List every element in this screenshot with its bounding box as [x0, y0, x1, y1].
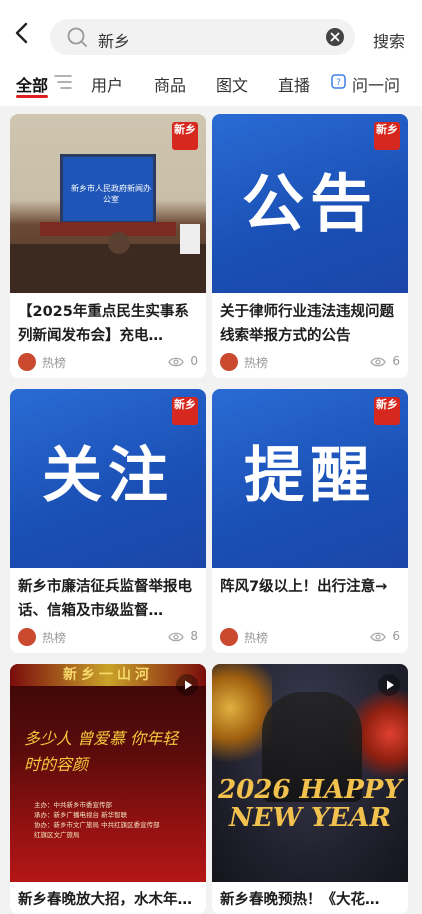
avatar: [220, 628, 238, 646]
search-query[interactable]: 新乡: [98, 28, 130, 52]
back-arrow-icon[interactable]: [10, 20, 36, 46]
author-name: 热榜: [244, 356, 269, 370]
card-thumbnail: 关注 新乡: [10, 389, 206, 568]
card-press-conference[interactable]: 新乡市人民政府新闻办公室 新乡 【2025年重点民生实事系列新闻发布会】充电… …: [10, 114, 206, 378]
author-name: 热榜: [42, 631, 67, 645]
tab-articles[interactable]: 图文: [216, 72, 248, 96]
card-wind-warning[interactable]: 提醒 新乡 阵风7级以上！出行注意→ 热榜 6: [212, 389, 408, 653]
card-gala-video[interactable]: 新乡一山河 多少人 曾爱慕 你年轻时的容颜 主办：中共新乡市委宣传部 承办：新乡…: [10, 664, 206, 914]
source-badge: 新乡: [172, 122, 198, 150]
card-title: 新乡市廉洁征兵监督举报电话、信箱及市级监督…: [18, 579, 192, 619]
author-name: 热榜: [244, 631, 269, 645]
stage-screen: 新乡市人民政府新闻办公室: [60, 154, 156, 224]
avatar: [18, 353, 36, 371]
card-conscription[interactable]: 关注 新乡 新乡市廉洁征兵监督举报电话、信箱及市级监督… 热榜 8: [10, 389, 206, 653]
poster-word: 公告: [241, 167, 378, 240]
card-announcement[interactable]: 公告 新乡 关于律师行业违法违规问题线索举报方式的公告 热榜 6: [212, 114, 408, 378]
play-icon[interactable]: [176, 674, 198, 696]
view-count-value: 6: [392, 629, 400, 643]
tab-ask[interactable]: 问一问: [352, 72, 400, 96]
tab-goods[interactable]: 商品: [154, 72, 186, 96]
poster-word: 提醒: [244, 441, 376, 511]
new-year-text: 2026 HAPPY NEW YEAR: [218, 775, 402, 833]
avatar: [220, 353, 238, 371]
eye-icon: [168, 357, 184, 367]
audience-area: [10, 244, 206, 293]
top-bar: 新乡 搜索: [0, 0, 422, 62]
view-count: 8: [158, 628, 198, 646]
card-thumbnail: 新乡市人民政府新闻办公室 新乡: [10, 114, 206, 293]
avatar: [18, 628, 36, 646]
tab-active-indicator: [16, 95, 48, 98]
source-badge: 新乡: [374, 397, 400, 425]
view-count: 0: [158, 353, 198, 371]
eye-icon: [370, 357, 386, 367]
author-name: 热榜: [42, 356, 67, 370]
filter-icon[interactable]: [54, 74, 72, 90]
tab-all[interactable]: 全部: [16, 72, 48, 96]
card-title: 阵风7级以上！出行注意→: [220, 579, 388, 595]
tab-live[interactable]: 直播: [278, 72, 310, 96]
credits-line: 承办：新乡广播电视台 新华智联: [34, 811, 128, 819]
credits-text: 主办：中共新乡市委宣传部 承办：新乡广播电视台 新华智联 协办：新乡市文广旅局 …: [34, 800, 194, 840]
search-button[interactable]: 搜索: [373, 28, 405, 52]
svg-text:?: ?: [336, 78, 341, 88]
eye-icon: [168, 632, 184, 642]
stage-screen-text: 新乡市人民政府新闻办公室: [71, 184, 151, 204]
card-thumbnail: 公告 新乡: [212, 114, 408, 293]
lyric-text: 多少人 曾爱慕 你年轻时的容颜: [24, 729, 179, 774]
card-thumbnail: 新乡一山河 多少人 曾爱慕 你年轻时的容颜 主办：中共新乡市委宣传部 承办：新乡…: [10, 664, 206, 882]
tab-users[interactable]: 用户: [91, 72, 123, 96]
search-icon: [67, 27, 87, 47]
search-input[interactable]: 新乡: [50, 19, 355, 55]
view-count-value: 0: [190, 354, 198, 368]
clear-icon[interactable]: [326, 28, 344, 46]
view-count-value: 6: [392, 354, 400, 368]
view-count-value: 8: [190, 629, 198, 643]
credits-line: 协办：新乡市文广旅局 中共红旗区委宣传部: [34, 821, 160, 829]
card-title: 新乡春晚放大招，水木年…: [18, 892, 192, 908]
card-title: 关于律师行业违法违规问题线索举报方式的公告: [220, 304, 394, 344]
podium-table: [40, 222, 176, 236]
card-title: 【2025年重点民生实事系列新闻发布会】充电…: [18, 304, 189, 344]
credits-line: 红旗区文广旅局: [34, 831, 80, 839]
eye-icon: [370, 632, 386, 642]
credits-line: 主办：中共新乡市委宣传部: [34, 801, 112, 809]
card-title: 新乡春晚预热！《大花…: [220, 892, 380, 908]
question-icon: ?: [331, 74, 346, 89]
filter-tabs: 全部 用户 商品 图文 直播 ? 问一问: [0, 62, 422, 106]
card-gala-preview-video[interactable]: 2026 HAPPY NEW YEAR 新乡春晚预热！《大花…: [212, 664, 408, 914]
source-badge: 新乡: [374, 122, 400, 150]
poster-word: 关注: [42, 441, 174, 511]
view-count: 6: [360, 628, 400, 646]
card-thumbnail: 提醒 新乡: [212, 389, 408, 568]
card-thumbnail: 2026 HAPPY NEW YEAR: [212, 664, 408, 882]
play-icon[interactable]: [378, 674, 400, 696]
view-count: 6: [360, 353, 400, 371]
source-badge: 新乡: [172, 397, 198, 425]
